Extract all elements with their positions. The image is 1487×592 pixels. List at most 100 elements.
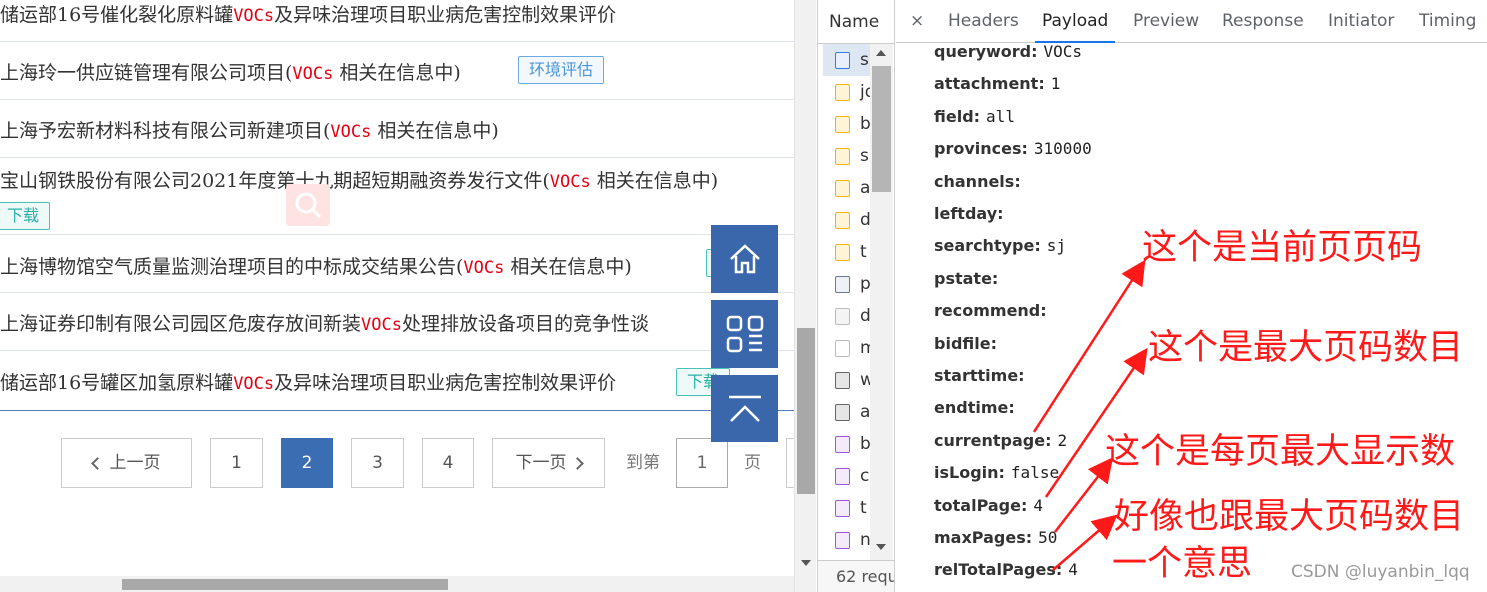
name-column-header[interactable]: Name — [818, 0, 894, 44]
request-list-scrollbar[interactable] — [870, 44, 893, 560]
result-row[interactable]: 上海玲一供应链管理有限公司项目(VOCs 相关在信息中) 环境评估 — [0, 42, 794, 100]
request-row[interactable]: t — [823, 236, 871, 268]
prev-page-button[interactable]: 上一页 — [61, 438, 192, 488]
result-row[interactable]: 上海证券印制有限公司园区危废存放间新装VOCs处理排放设备项目的竞争性谈 — [0, 293, 794, 351]
payload-key: pstate: — [934, 268, 999, 288]
annotation-rel-total-pages-2: 一个意思 — [1112, 544, 1253, 584]
payload-row: field: all — [934, 107, 1015, 126]
qrcode-button[interactable] — [711, 300, 778, 368]
request-count: 62 requ — [818, 560, 894, 592]
result-title[interactable]: 上海博物馆空气质量监测治理项目的中标成交结果公告(VOCs 相关在信息中) — [0, 252, 632, 279]
tab-initiator[interactable]: Initiator — [1328, 0, 1394, 43]
payload-row: maxPages: 50 — [934, 528, 1057, 547]
page-button-4[interactable]: 4 — [422, 438, 474, 488]
scrollbar-thumb[interactable] — [797, 328, 815, 494]
page-button-1[interactable]: 1 — [210, 438, 263, 488]
home-button[interactable] — [711, 225, 778, 293]
result-title[interactable]: 宝山钢铁股份有限公司2021年度第十九期超短期融资券发行文件(VOCs 相关在信… — [0, 166, 718, 193]
result-row[interactable]: 储运部16号催化裂化原料罐VOCs及异味治理项目职业病危害控制效果评价 — [0, 0, 794, 42]
page-button-2[interactable]: 2 — [281, 438, 333, 488]
scroll-down-arrow-icon[interactable] — [801, 560, 811, 566]
payload-key: relTotalPages: — [934, 560, 1063, 580]
request-row[interactable]: n — [823, 524, 871, 556]
result-title[interactable]: 储运部16号催化裂化原料罐VOCs及异味治理项目职业病危害控制效果评价 — [0, 0, 616, 27]
tab-response[interactable]: Response — [1222, 0, 1304, 43]
js-file-icon — [835, 148, 850, 165]
payload-row: attachment: 1 — [934, 74, 1060, 93]
payload-value: 2 — [1057, 430, 1068, 450]
result-row[interactable]: 储运部16号罐区加氢原料罐VOCs及异味治理项目职业病危害控制效果评价 下载 — [0, 351, 794, 411]
payload-row: totalPage: 4 — [934, 496, 1043, 515]
search-icon[interactable] — [286, 184, 330, 226]
result-row[interactable]: 宝山钢铁股份有限公司2021年度第十九期超短期融资券发行文件(VOCs 相关在信… — [0, 158, 794, 235]
back-to-top-button[interactable] — [711, 375, 778, 442]
payload-key: queryword: — [934, 42, 1038, 61]
result-title[interactable]: 上海证券印制有限公司园区危废存放间新装VOCs处理排放设备项目的竞争性谈 — [0, 309, 649, 336]
page-vertical-scrollbar[interactable] — [794, 0, 816, 592]
home-icon — [729, 244, 760, 274]
back-to-top-icon — [728, 395, 761, 422]
tab-headers[interactable]: Headers — [948, 0, 1019, 43]
request-row[interactable]: d — [823, 300, 871, 332]
payload-key: field: — [934, 106, 981, 126]
goto-label: 到第 — [626, 453, 660, 473]
category-tag[interactable]: 环境评估 — [518, 56, 605, 84]
detail-tabs: × Headers Payload Preview Response Initi… — [896, 0, 1487, 43]
payload-row: recommend: — [934, 301, 1053, 320]
scrollbar-thumb[interactable] — [122, 579, 448, 590]
request-row[interactable]: a — [823, 396, 871, 428]
request-row[interactable]: b — [823, 428, 871, 460]
request-name: t — [860, 242, 867, 262]
page-button-3[interactable]: 3 — [351, 438, 404, 488]
chevron-left-icon — [90, 457, 104, 470]
goto-page-input[interactable]: 1 — [676, 438, 728, 488]
request-row[interactable]: d — [823, 204, 871, 236]
tab-payload[interactable]: Payload — [1035, 0, 1116, 43]
payload-value: 310000 — [1033, 139, 1092, 159]
request-row[interactable]: c — [823, 460, 871, 492]
request-row[interactable]: p — [823, 268, 871, 300]
download-tag[interactable]: 下载 — [0, 202, 51, 230]
payload-key: isLogin: — [934, 463, 1005, 483]
payload-row: pstate: — [934, 269, 1004, 288]
request-row[interactable]: t — [823, 492, 871, 524]
scroll-up-arrow-icon[interactable] — [876, 50, 886, 56]
payload-value: false — [1010, 463, 1060, 483]
keyword-highlight: VOCs — [233, 6, 275, 26]
payload-row: provinces: 310000 — [934, 139, 1092, 158]
chevron-right-icon — [570, 457, 584, 470]
request-row[interactable]: s — [823, 140, 871, 172]
next-page-button[interactable]: 下一页 — [492, 438, 605, 488]
payload-key: searchtype: — [934, 236, 1041, 256]
result-title[interactable]: 上海予宏新材料科技有限公司新建项目(VOCs 相关在信息中) — [0, 116, 499, 143]
request-name: s — [860, 50, 869, 70]
goto-button[interactable] — [786, 438, 794, 488]
payload-value: 50 — [1038, 528, 1058, 547]
payload-value: sj — [1046, 236, 1066, 256]
request-row[interactable]: a — [823, 172, 871, 204]
result-row[interactable]: 上海予宏新材料科技有限公司新建项目(VOCs 相关在信息中) — [0, 100, 794, 158]
payload-key: starttime: — [934, 366, 1025, 385]
request-row[interactable]: w — [823, 364, 871, 396]
tab-preview[interactable]: Preview — [1133, 0, 1199, 43]
css-file-icon — [835, 500, 850, 517]
scroll-down-arrow-icon[interactable] — [876, 544, 886, 550]
result-title[interactable]: 上海玲一供应链管理有限公司项目(VOCs 相关在信息中) — [0, 58, 461, 85]
font-file-icon — [835, 372, 850, 389]
request-row[interactable]: jq — [823, 76, 871, 108]
payload-key: currentpage: — [934, 430, 1052, 450]
font-file-icon — [835, 404, 850, 421]
scrollbar-thumb[interactable] — [872, 66, 891, 192]
close-icon[interactable]: × — [910, 0, 924, 43]
tab-timing[interactable]: Timing — [1419, 0, 1476, 43]
request-row[interactable]: s — [823, 44, 871, 76]
result-row[interactable]: 上海博物馆空气质量监测治理项目的中标成交结果公告(VOCs 相关在信息中) — [0, 235, 794, 293]
annotation-max-pages: 这个是每页最大显示数 — [1105, 432, 1456, 472]
request-row[interactable]: m — [823, 332, 871, 364]
result-title[interactable]: 储运部16号罐区加氢原料罐VOCs及异味治理项目职业病危害控制效果评价 — [0, 368, 616, 395]
request-row[interactable]: b — [823, 108, 871, 140]
keyword-highlight: VOCs — [330, 122, 372, 142]
css-file-icon — [835, 468, 850, 485]
horizontal-scrollbar[interactable] — [0, 576, 794, 592]
payload-key: recommend: — [934, 301, 1047, 321]
